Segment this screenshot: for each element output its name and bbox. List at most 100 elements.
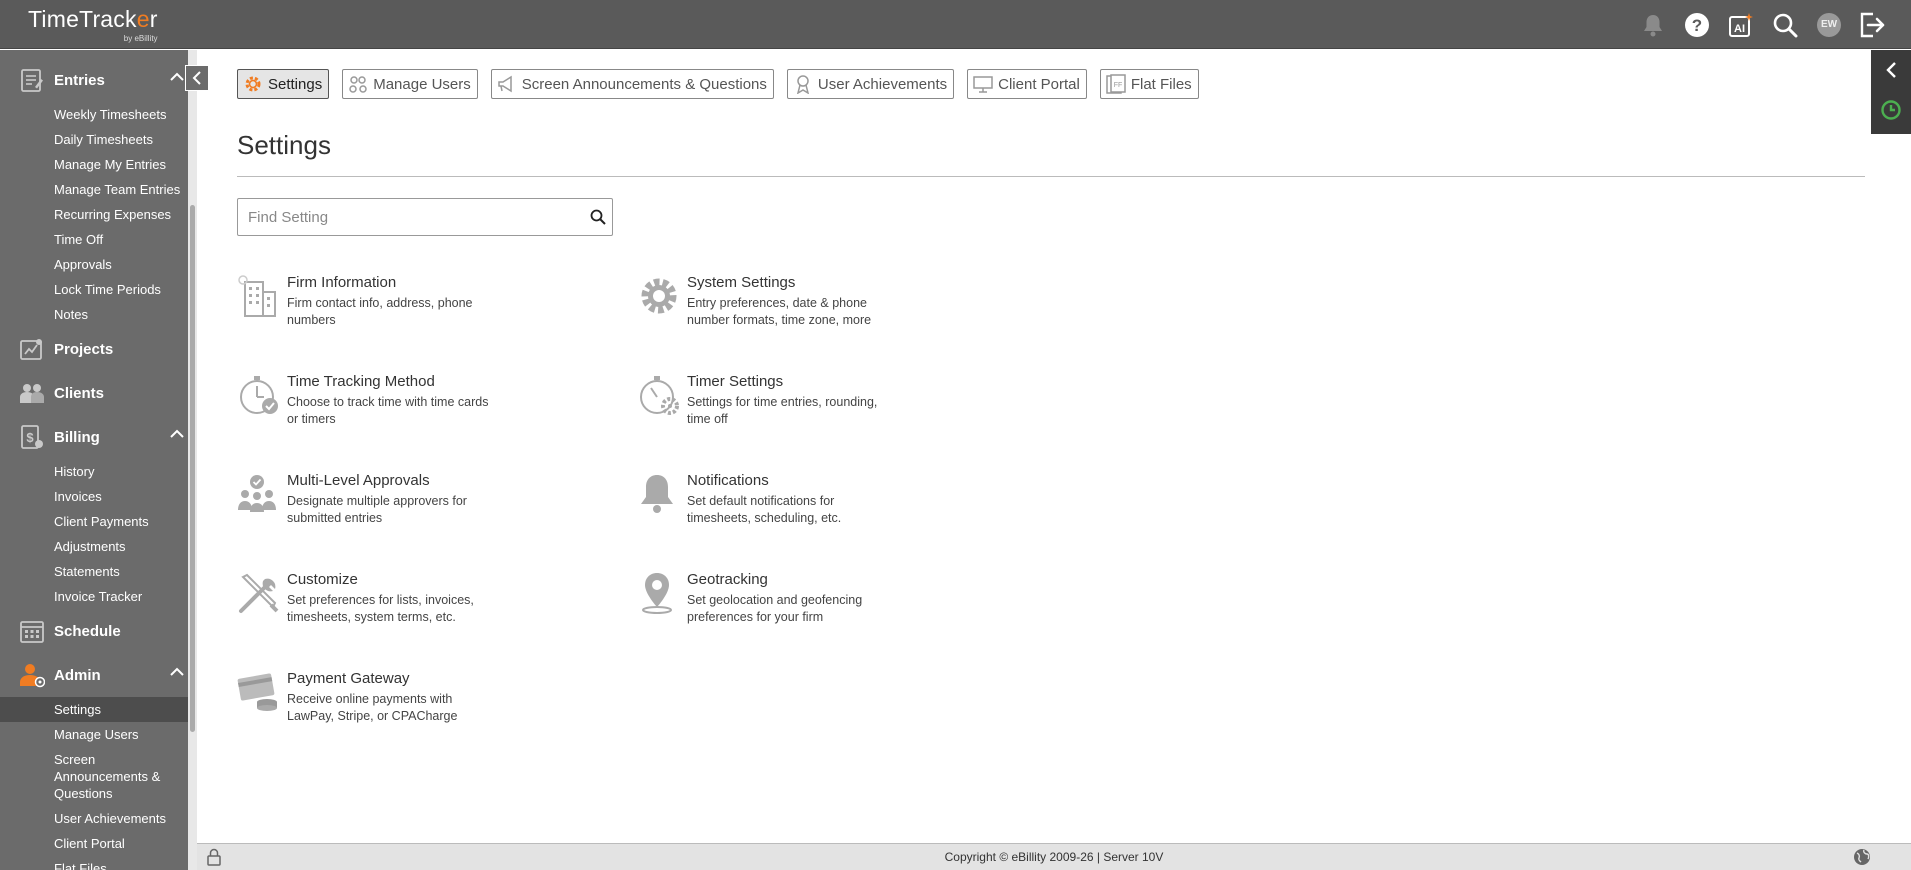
right-rail <box>1871 50 1911 134</box>
sidebar-item-manage-team-entries[interactable]: Manage Team Entries <box>0 177 188 202</box>
setting-payment-gateway[interactable]: Payment Gateway Receive online payments … <box>237 670 617 740</box>
sidebar-item-statements[interactable]: Statements <box>0 559 188 584</box>
sidebar-item-approvals[interactable]: Approvals <box>0 252 188 277</box>
setting-system-settings[interactable]: System Settings Entry preferences, date … <box>637 274 1017 344</box>
sidebar-section-projects[interactable]: Projects <box>0 327 188 371</box>
sidebar-item-lock-time-periods[interactable]: Lock Time Periods <box>0 277 188 302</box>
sidebar-section-clients[interactable]: Clients <box>0 371 188 415</box>
setting-description: Entry preferences, date & phone number f… <box>687 296 872 327</box>
find-setting-box <box>237 198 613 236</box>
tab-manage-users[interactable]: Manage Users <box>342 69 478 99</box>
monitor-icon <box>972 73 994 95</box>
setting-title: Payment Gateway <box>287 670 410 687</box>
setting-timer-settings[interactable]: Timer Settings Settings for time entries… <box>637 373 1017 443</box>
search-icon[interactable] <box>590 209 606 230</box>
sidebar-section-schedule[interactable]: Schedule <box>0 609 188 653</box>
svg-text:$: $ <box>26 430 34 445</box>
tab-screen-announcements[interactable]: Screen Announcements & Questions <box>490 69 774 99</box>
setting-time-tracking-method[interactable]: Time Tracking Method Choose to track tim… <box>237 373 617 443</box>
app-logo[interactable]: TimeTracker by eBillity <box>28 6 158 43</box>
tools-icon <box>237 571 281 615</box>
sidebar-section-admin[interactable]: Admin <box>0 653 188 697</box>
card-coins-icon <box>237 670 281 714</box>
main-content: Settings Manage Users Screen Announcemen… <box>197 50 1871 840</box>
sidebar-item-client-payments[interactable]: Client Payments <box>0 509 188 534</box>
user-avatar[interactable]: EW <box>1815 11 1843 39</box>
globe-icon[interactable] <box>1853 848 1871 870</box>
setting-description: Settings for time entries, rounding, tim… <box>687 395 878 426</box>
svg-text:AI: AI <box>1734 23 1745 35</box>
copyright-text: Copyright © eBillity 2009-26 | Server 10… <box>944 850 1164 864</box>
top-bar: TimeTracker by eBillity ? AI EW <box>0 0 1911 49</box>
sidebar-item-manage-users[interactable]: Manage Users <box>0 722 188 747</box>
setting-title: Geotracking <box>687 571 768 588</box>
setting-description: Designate multiple approvers for submitt… <box>287 494 467 525</box>
timer-icon <box>1881 100 1901 120</box>
svg-text:FF: FF <box>1114 82 1123 89</box>
title-divider <box>237 176 1865 177</box>
sidebar-section-entries[interactable]: Entries <box>0 58 188 102</box>
setting-description: Receive online payments with LawPay, Str… <box>287 692 458 723</box>
setting-description: Set default notifications for timesheets… <box>687 494 842 525</box>
find-setting-input[interactable] <box>238 199 568 235</box>
sidebar-item-recurring-expenses[interactable]: Recurring Expenses <box>0 202 188 227</box>
setting-title: Multi-Level Approvals <box>287 472 430 489</box>
setting-firm-information[interactable]: Firm Information Firm contact info, addr… <box>237 274 617 344</box>
setting-description: Set geolocation and geofencing preferenc… <box>687 593 863 624</box>
sidebar-scrollbar[interactable] <box>188 50 197 870</box>
stopwatch-gear-icon <box>637 373 681 417</box>
tab-user-achievements[interactable]: User Achievements <box>786 69 955 99</box>
sidebar-item-screen-announcements[interactable]: Screen Announcements & Questions <box>0 747 170 806</box>
ai-assistant-icon[interactable]: AI <box>1727 11 1755 39</box>
bell-icon <box>637 472 681 516</box>
timer-button[interactable] <box>1871 90 1911 130</box>
setting-title: Timer Settings <box>687 373 784 390</box>
sidebar-item-user-achievements[interactable]: User Achievements <box>0 806 188 831</box>
group-approval-icon <box>237 472 281 516</box>
sidebar-item-manage-my-entries[interactable]: Manage My Entries <box>0 152 188 177</box>
tab-settings[interactable]: Settings <box>237 69 330 99</box>
help-icon[interactable]: ? <box>1683 11 1711 39</box>
setting-description: Choose to track time with time cards or … <box>287 395 489 426</box>
sidebar-item-history[interactable]: History <box>0 459 188 484</box>
sidebar-item-daily-timesheets[interactable]: Daily Timesheets <box>0 127 188 152</box>
chevron-up-icon <box>170 429 184 438</box>
notifications-bell-icon[interactable] <box>1639 11 1667 39</box>
award-icon <box>792 73 814 95</box>
scrollbar-thumb[interactable] <box>190 205 195 732</box>
setting-title: Time Tracking Method <box>287 373 435 390</box>
setting-customize[interactable]: Customize Set preferences for lists, inv… <box>237 571 617 641</box>
search-icon[interactable] <box>1771 11 1799 39</box>
sidebar-item-flat-files[interactable]: Flat Files <box>0 856 188 870</box>
logout-icon[interactable] <box>1859 11 1887 39</box>
admin-tabs: Settings Manage Users Screen Announcemen… <box>237 69 1212 99</box>
sidebar-item-invoices[interactable]: Invoices <box>0 484 188 509</box>
sidebar-item-time-off[interactable]: Time Off <box>0 227 188 252</box>
expand-panel-button[interactable] <box>1871 50 1911 90</box>
setting-multi-level-approvals[interactable]: Multi-Level Approvals Designate multiple… <box>237 472 617 542</box>
map-pin-icon <box>637 571 681 615</box>
sidebar-section-billing[interactable]: $ Billing <box>0 415 188 459</box>
logo-subtitle: by eBillity <box>123 34 158 43</box>
setting-description: Set preferences for lists, invoices, tim… <box>287 593 474 624</box>
setting-title: Firm Information <box>287 274 397 291</box>
projects-icon <box>18 335 46 363</box>
sidebar-item-client-portal[interactable]: Client Portal <box>0 831 188 856</box>
clients-icon <box>18 379 46 407</box>
setting-geotracking[interactable]: Geotracking Set geolocation and geofenci… <box>637 571 1017 641</box>
sidebar-item-invoice-tracker[interactable]: Invoice Tracker <box>0 584 188 609</box>
svg-text:?: ? <box>1692 16 1702 35</box>
billing-icon: $ <box>18 423 46 451</box>
tab-flat-files[interactable]: FF Flat Files <box>1099 69 1199 99</box>
sidebar-item-adjustments[interactable]: Adjustments <box>0 534 188 559</box>
chevron-up-icon <box>170 72 184 81</box>
setting-title: Notifications <box>687 472 769 489</box>
entries-icon <box>18 66 46 94</box>
sidebar-item-weekly-timesheets[interactable]: Weekly Timesheets <box>0 102 188 127</box>
setting-notifications[interactable]: Notifications Set default notifications … <box>637 472 1017 542</box>
users-icon <box>347 73 369 95</box>
sidebar-item-notes[interactable]: Notes <box>0 302 188 327</box>
sidebar-item-settings[interactable]: Settings <box>0 697 188 722</box>
footer: Copyright © eBillity 2009-26 | Server 10… <box>197 843 1911 870</box>
tab-client-portal[interactable]: Client Portal <box>967 69 1087 99</box>
